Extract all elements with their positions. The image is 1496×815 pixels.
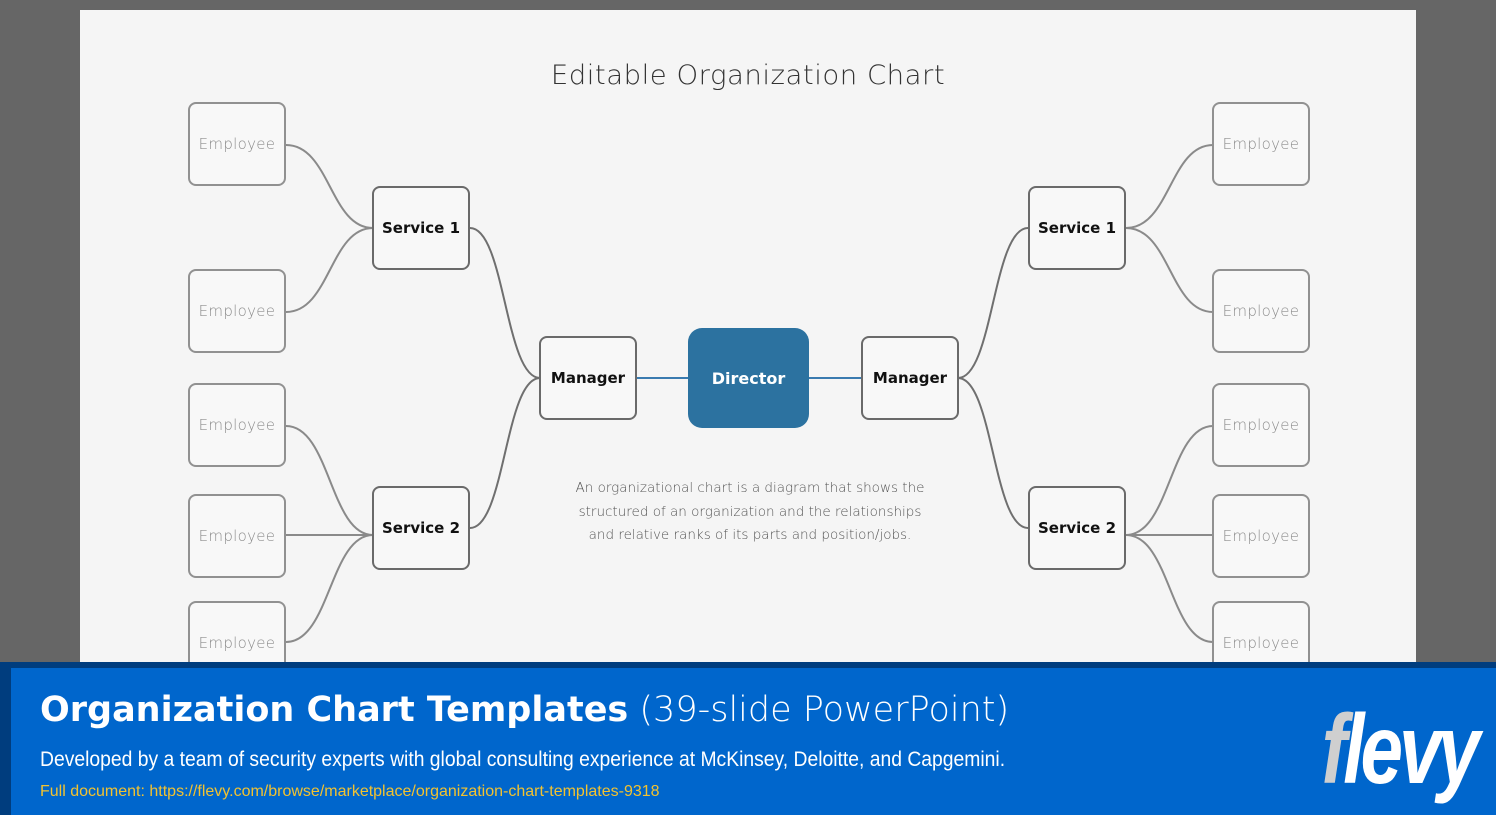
employee-box-l3[interactable]: Employee — [188, 383, 286, 467]
flevy-logo[interactable]: flevy — [1321, 700, 1480, 798]
connector-l-s1-e2 — [285, 227, 374, 313]
employee-box-r5[interactable]: Employee — [1212, 601, 1310, 670]
banner-subtitle: Developed by a team of security experts … — [40, 748, 1006, 771]
employee-box-r1[interactable]: Employee — [1212, 102, 1310, 186]
connector-l-s1-e1 — [285, 144, 374, 229]
employee-box-l4[interactable]: Employee — [188, 494, 286, 578]
flevy-logo-rest: levy — [1342, 694, 1480, 804]
slide: Editable Organization Chart Employee Emp… — [80, 10, 1416, 670]
description-text: An organizational chart is a diagram tha… — [550, 477, 950, 548]
employee-box-r4[interactable]: Employee — [1212, 494, 1310, 578]
connector-l-s2-e1 — [285, 425, 374, 536]
description-line: structured of an organization and the re… — [578, 503, 922, 520]
employee-box-l5[interactable]: Employee — [188, 601, 286, 670]
connector-r-s1-mgr — [957, 227, 1029, 379]
manager-box-right[interactable]: Manager — [861, 336, 959, 420]
director-box[interactable]: Director — [688, 328, 809, 428]
employee-box-l2[interactable]: Employee — [188, 269, 286, 353]
connector-l-s2-mgr — [469, 377, 541, 529]
banner-panel: Organization Chart Templates (39-slide P… — [11, 668, 1496, 815]
employee-box-r2[interactable]: Employee — [1212, 269, 1310, 353]
connector-r-s1-e1 — [1125, 144, 1214, 229]
flevy-logo-f: f — [1321, 694, 1346, 804]
full-document-link[interactable]: Full document: https://flevy.com/browse/… — [40, 783, 660, 801]
service-1-box-left[interactable]: Service 1 — [372, 186, 470, 270]
connector-r-s2-mgr — [957, 377, 1029, 529]
employee-box-l1[interactable]: Employee — [188, 102, 286, 186]
connector-r-s1-e2 — [1125, 227, 1214, 313]
connector-r-s2-e1 — [1125, 425, 1214, 536]
manager-box-left[interactable]: Manager — [539, 336, 637, 420]
service-2-box-right[interactable]: Service 2 — [1028, 486, 1126, 570]
connector-l-s2-e3 — [285, 534, 374, 643]
promo-banner: Organization Chart Templates (39-slide P… — [0, 662, 1496, 815]
banner-title: Organization Chart Templates (39-slide P… — [40, 690, 1009, 730]
banner-title-main: Organization Chart Templates — [40, 690, 629, 730]
employee-box-r3[interactable]: Employee — [1212, 383, 1310, 467]
connector-l-s1-mgr — [469, 227, 541, 379]
banner-title-detail: (39-slide PowerPoint) — [628, 690, 1010, 730]
service-1-box-right[interactable]: Service 1 — [1028, 186, 1126, 270]
description-line: An organizational chart is a diagram tha… — [575, 480, 925, 496]
connector-r-s2-e3 — [1125, 534, 1214, 643]
service-2-box-left[interactable]: Service 2 — [372, 486, 470, 570]
description-line: and relative ranks of its parts and posi… — [588, 527, 912, 543]
